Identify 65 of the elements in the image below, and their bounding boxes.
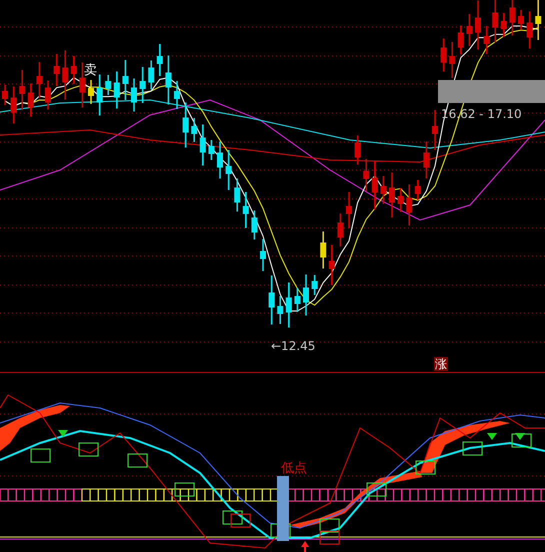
candlestick (234, 178, 240, 212)
candlestick (79, 62, 86, 108)
candlestick (346, 192, 352, 228)
candlestick (105, 75, 112, 95)
candlestick (70, 56, 77, 84)
candlestick (182, 102, 189, 148)
candlestick (294, 288, 300, 312)
candlestick (337, 214, 344, 246)
candlestick (148, 60, 154, 90)
candlestick (509, 0, 516, 36)
candlestick (131, 78, 137, 112)
candlestick (406, 184, 412, 226)
candlestick (10, 86, 17, 124)
candlestick (36, 62, 42, 98)
candlestick (372, 160, 378, 210)
candlestick (28, 84, 34, 116)
candlestick (320, 232, 326, 268)
candlestick (191, 118, 198, 142)
candlestick (122, 60, 128, 100)
rise-marker: 涨 (434, 357, 448, 371)
candlestick (432, 110, 438, 150)
candlestick (518, 10, 524, 30)
candlestick (140, 67, 146, 103)
candlestick (535, 0, 542, 40)
candlestick (466, 14, 472, 46)
candlestick (19, 70, 26, 110)
candlestick (208, 140, 214, 160)
candlestick (475, 0, 481, 50)
candlestick (492, 0, 498, 42)
candlestick (354, 136, 361, 164)
candlestick (277, 296, 284, 324)
candlestick (398, 188, 404, 212)
candlestick (54, 54, 60, 86)
candlestick (268, 276, 275, 324)
candlestick (226, 150, 232, 190)
candlestick (114, 72, 120, 108)
candlestick (286, 282, 292, 328)
candlestick (312, 275, 318, 295)
candlestick (174, 81, 180, 109)
candlestick (156, 44, 163, 76)
candlestick (242, 192, 249, 228)
candlestick (484, 26, 490, 54)
candlestick (458, 26, 464, 54)
candlestick (200, 124, 206, 166)
candlestick (500, 13, 507, 37)
candlestick (328, 245, 335, 285)
candlestick (526, 12, 533, 48)
candlestick (165, 56, 172, 104)
low-point-label: 低点 (281, 462, 307, 475)
candlestick (440, 38, 447, 72)
candlestick (217, 142, 223, 178)
candlestick (251, 210, 258, 240)
candlestick (62, 50, 68, 100)
candlestick (414, 180, 421, 200)
low-price-label: ←12.45 (271, 340, 316, 352)
candlestick (2, 85, 8, 105)
candlestick (96, 74, 103, 116)
candlestick (303, 274, 309, 316)
candlestick (260, 239, 266, 271)
candlestick (423, 142, 430, 178)
sell-marker: 卖 (84, 64, 97, 77)
candlestick (363, 159, 370, 191)
candlestick (380, 176, 386, 204)
candlestick (88, 80, 94, 104)
candlestick (449, 42, 456, 78)
